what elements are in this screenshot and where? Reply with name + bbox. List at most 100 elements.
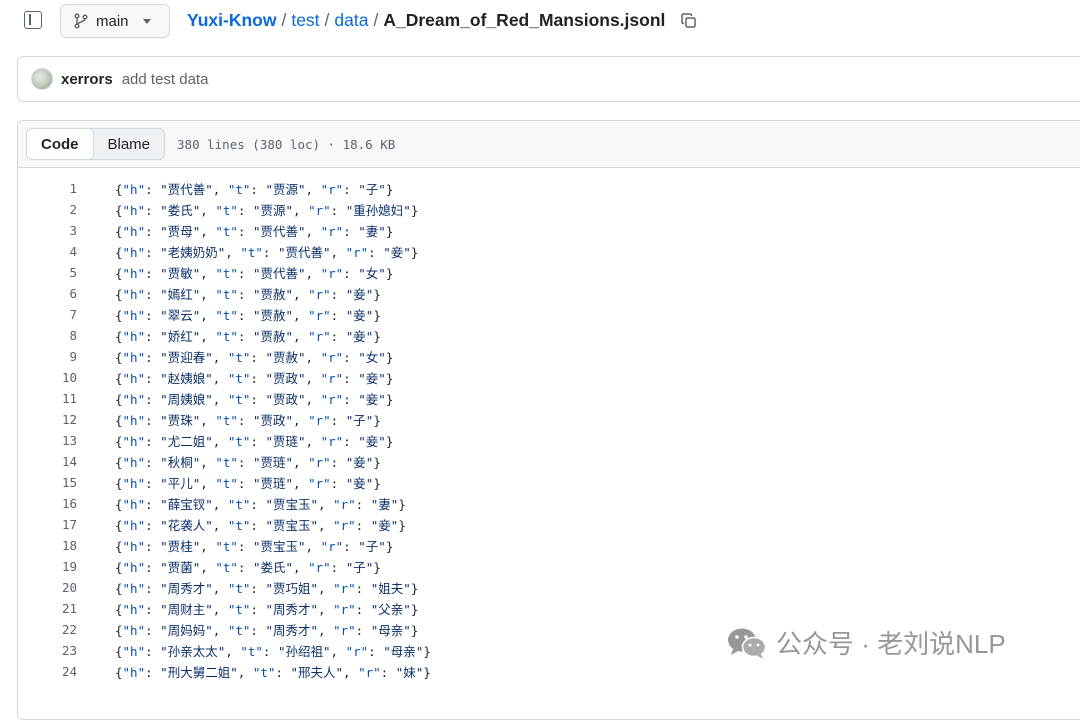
breadcrumb-repo-link[interactable]: Yuxi-Know [187,10,276,31]
line-number[interactable]: 8 [18,328,78,343]
json-value-h: 平儿 [167,476,193,491]
latest-commit-bar: xerrors add test data [17,56,1080,102]
line-number[interactable]: 18 [18,538,78,553]
json-value-h: 翠云 [167,308,193,323]
sidebar-toggle-icon[interactable] [24,11,42,29]
json-value-r: 妾 [365,434,379,449]
line-number[interactable]: 5 [18,265,78,280]
json-value-r: 妾 [353,455,366,470]
json-value-r: 姐夫 [378,581,404,596]
json-value-h: 薛宝钗 [167,497,206,512]
json-value-t: 贾琏 [272,434,298,449]
json-value-r: 妾 [353,287,366,302]
json-value-r: 妾 [390,245,404,260]
line-number[interactable]: 16 [18,496,78,511]
code-content: {"h": "娄氏", "t": "贾源", "r": "重孙媳妇"} [115,203,419,218]
code-line: 21 {"h": "周财主", "t": "周秀才", "r": "父亲"} [18,598,1080,619]
json-value-t: 周秀才 [272,623,311,638]
code-line: 13 {"h": "尤二姐", "t": "贾琏", "r": "妾"} [18,430,1080,451]
code-content: {"h": "薛宝钗", "t": "贾宝玉", "r": "妻"} [115,497,406,512]
code-content: {"h": "贾桂", "t": "贾宝玉", "r": "子"} [115,539,394,554]
line-number[interactable]: 21 [18,601,78,616]
code-line: 9 {"h": "贾迎春", "t": "贾赦", "r": "女"} [18,346,1080,367]
json-value-h: 贾代善 [167,182,206,197]
tab-blame[interactable]: Blame [94,129,165,159]
code-line: 24 {"h": "刑大舅二姐", "t": "邢夫人", "r": "妹"} [18,661,1080,682]
breadcrumb-separator: / [373,10,379,30]
line-number[interactable]: 7 [18,307,78,322]
json-value-r: 女 [365,266,379,281]
code-area: 1 {"h": "贾代善", "t": "贾源", "r": "子"} 2 {"h":… [18,168,1080,682]
json-value-h: 贾敏 [167,266,193,281]
line-number[interactable]: 19 [18,559,78,574]
json-value-h: 花袭人 [167,518,206,533]
code-content: {"h": "贾敏", "t": "贾代善", "r": "女"} [115,266,394,281]
avatar[interactable] [31,68,53,90]
json-value-t: 贾宝玉 [260,539,298,554]
line-number[interactable]: 15 [18,475,78,490]
json-value-t: 贾代善 [260,224,298,239]
code-line: 18 {"h": "贾桂", "t": "贾宝玉", "r": "子"} [18,535,1080,556]
code-line: 19 {"h": "贾菌", "t": "娄氏", "r": "子"} [18,556,1080,577]
commit-message-link[interactable]: add test data [122,71,209,88]
line-number[interactable]: 13 [18,433,78,448]
json-value-t: 周秀才 [272,602,311,617]
code-content: {"h": "周财主", "t": "周秀才", "r": "父亲"} [115,602,419,617]
line-number[interactable]: 14 [18,454,78,469]
line-number[interactable]: 3 [18,223,78,238]
code-line: 6 {"h": "嫣红", "t": "贾赦", "r": "妾"} [18,283,1080,304]
line-number[interactable]: 9 [18,349,78,364]
line-number[interactable]: 12 [18,412,78,427]
code-content: {"h": "嫣红", "t": "贾赦", "r": "妾"} [115,287,381,302]
code-line: 2 {"h": "娄氏", "t": "贾源", "r": "重孙媳妇"} [18,199,1080,220]
tab-code[interactable]: Code [26,128,94,160]
code-line: 3 {"h": "贾母", "t": "贾代善", "r": "妻"} [18,220,1080,241]
json-value-h: 孙亲太太 [167,644,218,659]
json-value-t: 贾代善 [285,245,323,260]
code-content: {"h": "花袭人", "t": "贾宝玉", "r": "妾"} [115,518,406,533]
code-content: {"h": "尤二姐", "t": "贾琏", "r": "妾"} [115,434,394,449]
line-number[interactable]: 1 [18,181,78,196]
line-number[interactable]: 2 [18,202,78,217]
branch-selector-button[interactable]: main [60,4,170,38]
copy-path-icon[interactable] [680,12,698,30]
file-navigation-bar: main Yuxi-Know / test / data / A_Dream_o… [0,0,1080,42]
json-value-r: 女 [365,350,379,365]
json-value-h: 娄氏 [167,203,193,218]
json-value-h: 贾母 [167,224,193,239]
line-number[interactable]: 23 [18,643,78,658]
code-content: {"h": "赵姨娘", "t": "贾政", "r": "妾"} [115,371,394,386]
code-content: {"h": "贾母", "t": "贾代善", "r": "妻"} [115,224,394,239]
code-content: {"h": "孙亲太太", "t": "孙绍祖", "r": "母亲"} [115,644,431,659]
view-mode-toggle: Code Blame [26,128,166,160]
json-value-r: 妾 [353,329,366,344]
json-value-h: 娇红 [167,329,193,344]
json-value-r: 妾 [353,308,366,323]
line-number[interactable]: 17 [18,517,78,532]
line-number[interactable]: 6 [18,286,78,301]
json-value-t: 贾源 [272,182,298,197]
line-number[interactable]: 11 [18,391,78,406]
json-value-h: 刑大舅二姐 [167,665,231,680]
json-value-h: 周姨娘 [167,392,206,407]
code-line: 14 {"h": "秋桐", "t": "贾琏", "r": "妾"} [18,451,1080,472]
json-value-h: 周妈妈 [167,623,206,638]
line-number[interactable]: 22 [18,622,78,637]
json-value-h: 尤二姐 [167,434,206,449]
json-value-t: 贾代善 [260,266,298,281]
line-number[interactable]: 24 [18,664,78,679]
commit-author-link[interactable]: xerrors [61,71,113,88]
json-value-h: 秋桐 [167,455,193,470]
line-number[interactable]: 20 [18,580,78,595]
json-value-t: 贾宝玉 [272,518,311,533]
code-line: 1 {"h": "贾代善", "t": "贾源", "r": "子"} [18,178,1080,199]
breadcrumb-dir-test-link[interactable]: test [291,10,319,31]
code-content: {"h": "贾珠", "t": "贾政", "r": "子"} [115,413,381,428]
line-number[interactable]: 4 [18,244,78,259]
json-value-r: 子 [365,539,379,554]
code-line: 7 {"h": "翠云", "t": "贾赦", "r": "妾"} [18,304,1080,325]
code-content: {"h": "秋桐", "t": "贾琏", "r": "妾"} [115,455,381,470]
code-content: {"h": "翠云", "t": "贾赦", "r": "妾"} [115,308,381,323]
line-number[interactable]: 10 [18,370,78,385]
breadcrumb-dir-data-link[interactable]: data [334,10,368,31]
